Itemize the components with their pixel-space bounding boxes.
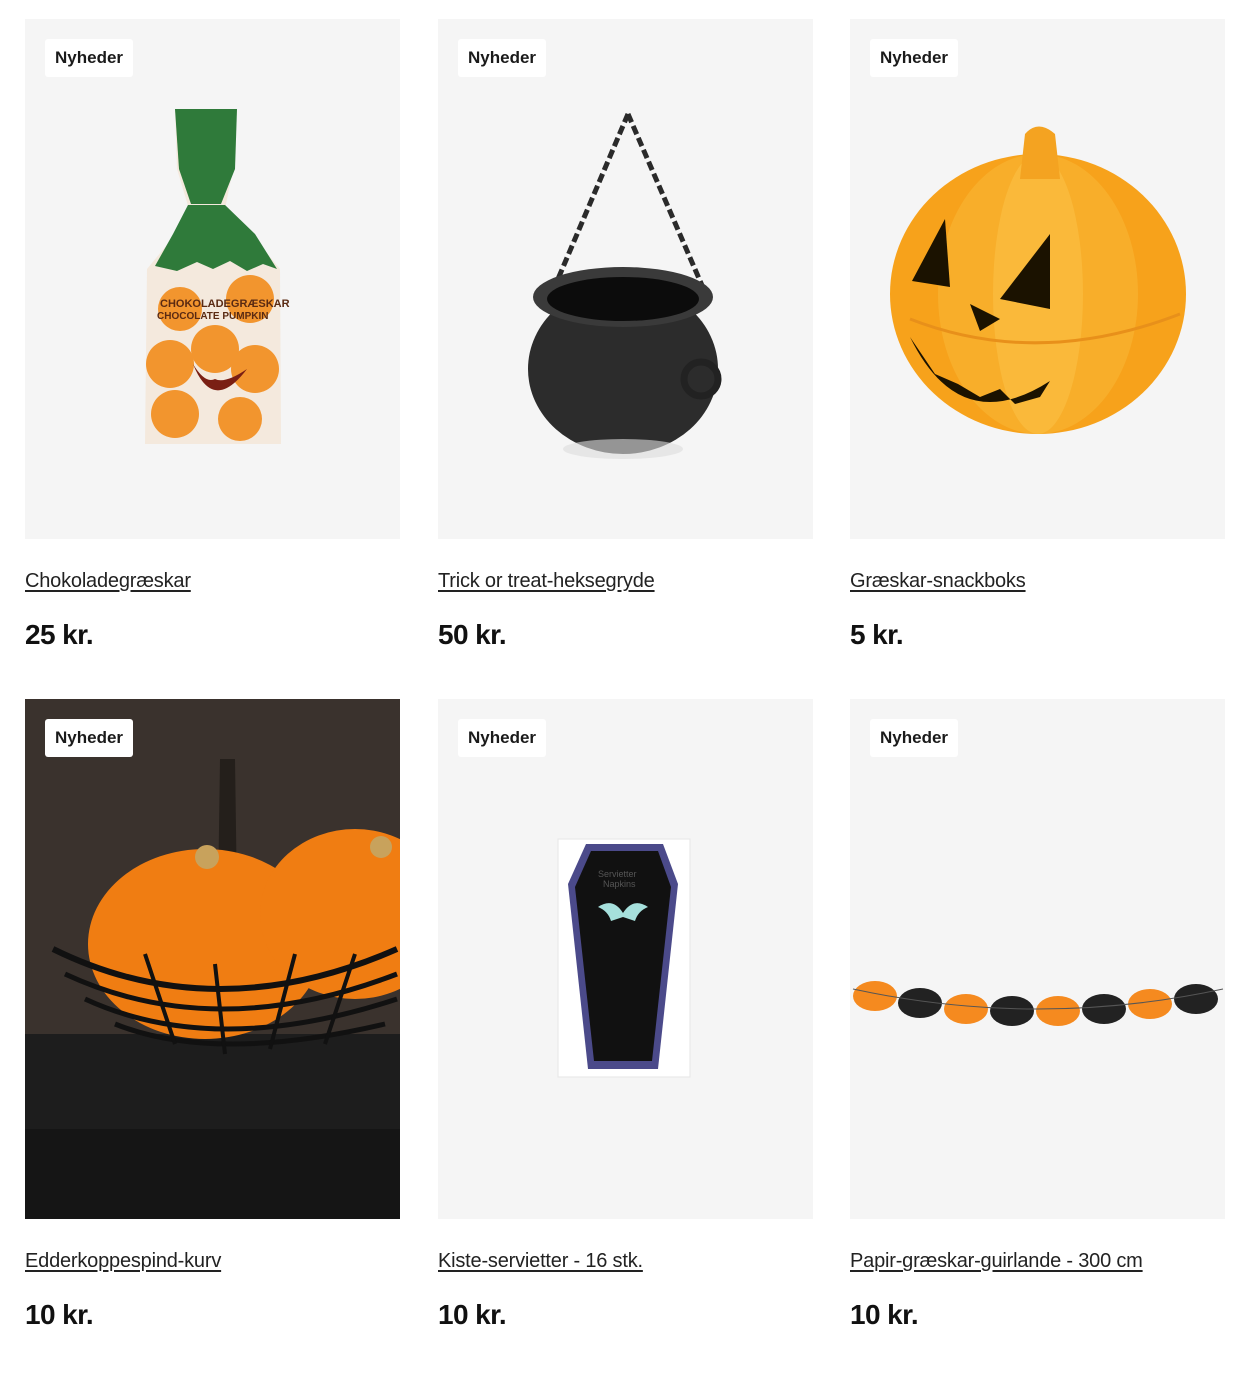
pumpkin-garland-image: [852, 981, 1224, 1026]
new-badge: Nyheder: [458, 39, 547, 77]
new-badge: Nyheder: [45, 39, 134, 77]
new-badge: Nyheder: [45, 719, 134, 757]
product-image-tile[interactable]: Nyheder: [438, 19, 813, 539]
product-title-link[interactable]: Chokoladegræskar: [25, 570, 191, 593]
product-image-tile[interactable]: Nyheder CHOKOLADEGRÆSKAR CHOCOLATE PUMPK…: [25, 19, 400, 539]
svg-text:Servietter: Servietter: [598, 869, 637, 879]
product-price: 25 kr.: [25, 619, 94, 650]
cauldron-image: [528, 113, 722, 459]
spiderweb-basket-image: [25, 699, 400, 1219]
svg-text:CHOKOLADEGRÆSKAR: CHOKOLADEGRÆSKAR: [160, 298, 290, 310]
product-image-tile[interactable]: Nyheder: [25, 699, 400, 1219]
pumpkin-box-image: [890, 126, 1186, 434]
product-title-link[interactable]: Papir-græskar-guirlande - 300 cm: [850, 1250, 1143, 1273]
product-price: 10 kr.: [438, 1299, 507, 1330]
product-image-tile[interactable]: Nyheder: [850, 699, 1225, 1219]
new-badge: Nyheder: [870, 719, 959, 757]
product-title-link[interactable]: Græskar-snackboks: [850, 570, 1026, 593]
product-title-link[interactable]: Edderkoppespind-kurv: [25, 1250, 221, 1273]
product-price: 10 kr.: [850, 1299, 919, 1330]
coffin-napkins-image: Servietter Napkins: [557, 838, 691, 1078]
product-title-link[interactable]: Kiste-servietter - 16 stk.: [438, 1250, 643, 1273]
chocolate-pumpkin-bag-image: CHOKOLADEGRÆSKAR CHOCOLATE PUMPKIN: [145, 109, 290, 444]
new-badge: Nyheder: [870, 39, 959, 77]
svg-text:Napkins: Napkins: [603, 879, 636, 889]
svg-text:CHOCOLATE PUMPKIN: CHOCOLATE PUMPKIN: [157, 311, 268, 322]
product-price: 5 kr.: [850, 619, 904, 650]
product-image-tile[interactable]: Nyheder Servietter Napkins: [438, 699, 813, 1219]
product-price: 10 kr.: [25, 1299, 94, 1330]
new-badge: Nyheder: [458, 719, 547, 757]
product-price: 50 kr.: [438, 619, 507, 650]
product-title-link[interactable]: Trick or treat-heksegryde: [438, 570, 655, 593]
product-image-tile[interactable]: Nyheder: [850, 19, 1225, 539]
